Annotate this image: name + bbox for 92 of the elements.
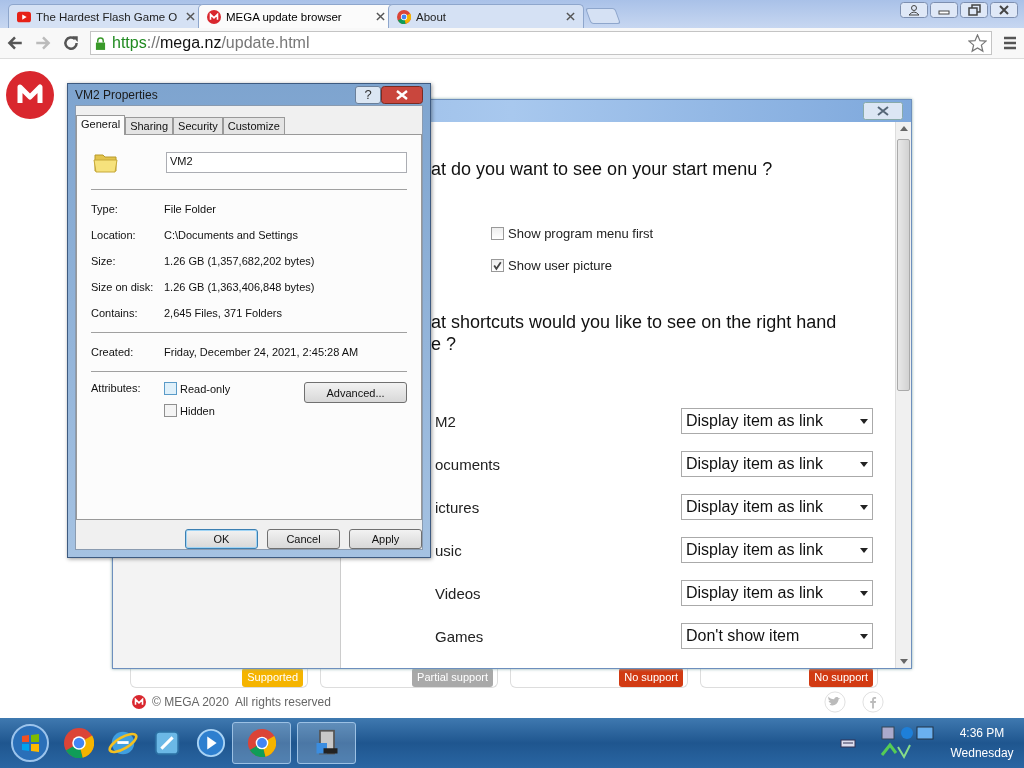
tray-icons-drawing[interactable] [880, 725, 936, 761]
checkbox[interactable] [164, 404, 177, 417]
dropdown[interactable]: Display item as link [681, 580, 873, 606]
tab-title: The Hardest Flash Game O [36, 10, 179, 23]
address-bar[interactable]: https://mega.nz/update.html [90, 31, 992, 55]
mega-icon [132, 695, 146, 709]
menu-icon[interactable] [1002, 35, 1018, 51]
scroll-thumb[interactable] [897, 139, 910, 391]
back-icon[interactable] [6, 34, 24, 52]
checkbox[interactable] [491, 227, 504, 240]
dialog-tab[interactable]: Security [173, 117, 223, 134]
property-value: 2,645 Files, 371 Folders [164, 307, 283, 319]
copyright-text: © MEGA 2020 [152, 695, 229, 709]
dropdown[interactable]: Display item as link [681, 451, 873, 477]
option-label: Show program menu first [508, 226, 654, 241]
dialog-tab[interactable]: Customize [222, 117, 285, 134]
property-label: Attributes: [91, 382, 142, 394]
lock-icon [95, 35, 106, 51]
shortcut-label: ictures [435, 498, 481, 516]
dialog-button[interactable]: Cancel [267, 529, 340, 549]
shortcut-label: Games [435, 627, 485, 645]
property-label: Created: [91, 346, 135, 358]
dropdown[interactable]: Display item as link [681, 408, 873, 434]
checkbox-label: Read-only [180, 382, 231, 395]
caret-icon [860, 504, 868, 510]
chrome-icon [397, 9, 411, 24]
property-value: C:\Documents and Settings [164, 229, 299, 241]
close-icon[interactable] [863, 102, 903, 120]
dialog-tab[interactable]: General [76, 115, 126, 135]
property-value: 1.26 GB (1,363,406,848 bytes) [164, 281, 316, 293]
caret-icon [860, 590, 868, 596]
chrome-icon[interactable] [64, 728, 94, 758]
help-button[interactable]: ? [355, 85, 381, 104]
close-icon[interactable] [381, 85, 423, 104]
mega-logo-icon[interactable] [6, 71, 54, 119]
rights-text: All rights reserved [234, 695, 331, 709]
down-arrow-icon[interactable] [899, 659, 908, 664]
caret-icon [860, 633, 868, 639]
dialog-button[interactable]: Apply [349, 529, 422, 549]
advanced-button[interactable]: Advanced... [304, 382, 407, 403]
close-icon[interactable] [376, 12, 385, 21]
restore-icon[interactable] [960, 2, 988, 18]
star-icon[interactable] [968, 33, 987, 53]
tab-title: About [416, 10, 448, 23]
reload-icon[interactable] [62, 34, 80, 52]
property-label: Location: [91, 229, 137, 241]
checkbox[interactable] [491, 259, 504, 272]
tab-title: MEGA update browser [226, 10, 343, 23]
caret-icon [860, 461, 868, 467]
document-icon[interactable] [152, 728, 182, 758]
option-label: Show user picture [508, 258, 613, 273]
checkbox-label: Hidden [180, 404, 215, 417]
user-icon[interactable] [900, 2, 928, 18]
mega-icon [207, 9, 221, 24]
shortcut-label: M2 [435, 412, 457, 430]
section-heading: e ? [431, 333, 458, 355]
caret-icon [860, 418, 868, 424]
dropdown[interactable]: Display item as link [681, 494, 873, 520]
property-label: Size: [91, 255, 117, 267]
dropdown[interactable]: Display item as link [681, 537, 873, 563]
chrome-icon [247, 729, 276, 757]
up-arrow-icon[interactable] [899, 126, 908, 131]
checkbox[interactable] [164, 382, 177, 395]
property-label: Type: [91, 203, 119, 215]
play-icon[interactable] [196, 728, 226, 758]
start-button[interactable] [10, 723, 50, 763]
shortcut-label: ocuments [435, 455, 502, 473]
shortcut-label: Videos [435, 584, 482, 602]
play-icon [17, 9, 31, 24]
section-heading: at do you want to see on your start menu ? [431, 158, 774, 180]
property-value: Friday, December 24, 2021, 2:45:28 AM [164, 346, 360, 358]
browser-tab[interactable]: About [388, 4, 584, 28]
close-icon[interactable] [990, 2, 1018, 18]
shortcut-label: usic [435, 541, 463, 559]
dialog-button[interactable]: OK [185, 529, 258, 549]
close-icon[interactable] [566, 12, 575, 21]
section-heading: at shortcuts would you like to see on the right hand [431, 311, 838, 333]
clock-day[interactable]: Wednesday [950, 746, 1014, 760]
clock-time[interactable]: 4:36 PM [959, 726, 1005, 740]
dropdown[interactable]: Don't show item [681, 623, 873, 649]
property-value: 1.26 GB (1,357,682,202 bytes) [164, 255, 316, 267]
close-icon[interactable] [186, 12, 195, 21]
property-value: File Folder [164, 203, 217, 215]
property-label: Size on disk: [91, 281, 155, 293]
keyboard-icon[interactable] [840, 738, 856, 748]
name-field[interactable]: VM2 [166, 151, 407, 173]
scrollbar[interactable] [895, 122, 911, 668]
caret-icon [860, 547, 868, 553]
taskbar-button[interactable] [297, 722, 356, 764]
dialog-tab[interactable]: Sharing [125, 117, 174, 134]
dialog-title: VM2 Properties [75, 87, 158, 102]
property-label: Contains: [91, 307, 139, 319]
